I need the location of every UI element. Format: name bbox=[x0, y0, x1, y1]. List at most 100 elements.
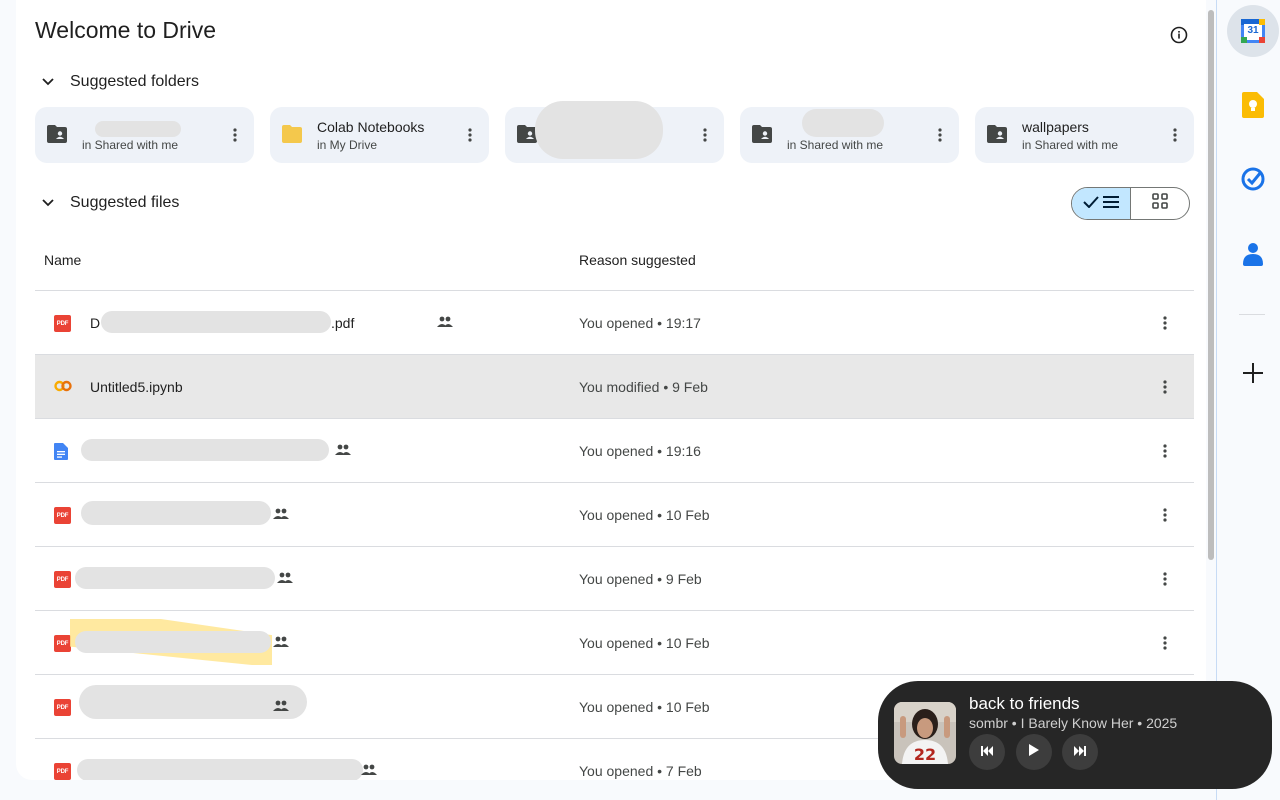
section-label: Suggested files bbox=[70, 194, 180, 211]
section-label: Suggested folders bbox=[70, 73, 199, 90]
table-row[interactable]: PDF D .pdf You opened • 19:17 bbox=[35, 290, 1194, 354]
shared-people-icon bbox=[361, 763, 377, 779]
more-options-icon[interactable] bbox=[1155, 377, 1175, 397]
grid-view-button[interactable] bbox=[1131, 188, 1189, 219]
shared-people-icon bbox=[277, 571, 293, 587]
redaction bbox=[535, 101, 663, 159]
shared-folder-icon bbox=[47, 125, 69, 145]
redaction bbox=[75, 567, 275, 589]
docs-icon bbox=[54, 443, 71, 460]
folder-location: in Shared with me bbox=[82, 138, 179, 152]
colab-icon bbox=[54, 379, 72, 396]
add-apps-button[interactable] bbox=[1227, 349, 1279, 401]
redaction bbox=[802, 109, 884, 137]
chevron-down-icon bbox=[40, 195, 56, 211]
reason-text: You modified • 9 Feb bbox=[579, 379, 708, 395]
column-header-reason: Reason suggested bbox=[579, 252, 696, 268]
folder-location: in Shared with me bbox=[1022, 138, 1119, 152]
folder-location: in My Drive bbox=[317, 138, 378, 152]
table-row[interactable]: PDF You opened • 10 Feb bbox=[35, 482, 1194, 546]
contacts-icon bbox=[1243, 242, 1263, 271]
folder-card[interactable]: Colab Notebooks in My Drive bbox=[270, 107, 489, 163]
reason-text: You opened • 19:16 bbox=[579, 443, 701, 459]
pdf-icon: PDF bbox=[54, 699, 71, 716]
reason-text: You opened • 10 Feb bbox=[579, 699, 710, 715]
view-toggle bbox=[1071, 187, 1190, 220]
reason-text: You opened • 7 Feb bbox=[579, 763, 702, 779]
play-icon bbox=[1029, 743, 1039, 761]
page-title: Welcome to Drive bbox=[35, 17, 217, 43]
divider bbox=[1239, 314, 1265, 315]
tasks-button[interactable] bbox=[1227, 155, 1279, 207]
folder-icon bbox=[282, 125, 304, 145]
shared-people-icon bbox=[335, 443, 351, 459]
file-name-extension: .pdf bbox=[331, 315, 355, 331]
media-player: 22 back to friends sombr • I Barely Know… bbox=[878, 681, 1272, 789]
table-row[interactable]: You opened • 19:16 bbox=[35, 418, 1194, 482]
next-track-button[interactable] bbox=[1062, 734, 1098, 770]
more-options-icon[interactable] bbox=[1155, 505, 1175, 525]
column-header-name[interactable]: Name bbox=[44, 252, 81, 268]
shared-folder-icon bbox=[752, 125, 774, 145]
shared-people-icon bbox=[273, 635, 289, 651]
reason-text: You opened • 19:17 bbox=[579, 315, 701, 331]
contacts-button[interactable] bbox=[1227, 230, 1279, 282]
table-row[interactable]: Untitled5.ipynb You modified • 9 Feb bbox=[35, 354, 1194, 418]
pdf-icon: PDF bbox=[54, 315, 71, 332]
table-row[interactable]: PDF You opened • 10 Feb bbox=[35, 610, 1194, 674]
reason-text: You opened • 9 Feb bbox=[579, 571, 702, 587]
calendar-icon: 31 bbox=[1241, 19, 1265, 43]
folder-location: in Shared with me bbox=[787, 138, 884, 152]
skip-next-icon bbox=[1074, 743, 1086, 761]
suggested-files-toggle[interactable]: Suggested files bbox=[40, 194, 179, 212]
shared-people-icon bbox=[273, 699, 289, 715]
more-options-icon[interactable] bbox=[1155, 313, 1175, 333]
shared-people-icon bbox=[273, 507, 289, 523]
folder-card[interactable]: wallpapers in Shared with me bbox=[975, 107, 1194, 163]
table-row[interactable]: PDF You opened • 9 Feb bbox=[35, 546, 1194, 610]
shared-people-icon bbox=[437, 315, 453, 331]
more-options-icon[interactable] bbox=[695, 125, 715, 145]
reason-text: You opened • 10 Feb bbox=[579, 635, 710, 651]
add-icon bbox=[1243, 362, 1263, 388]
pdf-icon: PDF bbox=[54, 635, 71, 652]
more-options-icon[interactable] bbox=[460, 125, 480, 145]
shared-folder-icon bbox=[987, 125, 1009, 145]
more-options-icon[interactable] bbox=[1155, 633, 1175, 653]
folder-card[interactable]: in Shared with me bbox=[35, 107, 254, 163]
more-options-icon[interactable] bbox=[1165, 125, 1185, 145]
redaction bbox=[101, 311, 331, 333]
previous-track-button[interactable] bbox=[969, 734, 1005, 770]
scrollbar-thumb[interactable] bbox=[1208, 10, 1214, 560]
keep-button[interactable] bbox=[1227, 81, 1279, 133]
scrollbar[interactable] bbox=[1206, 0, 1216, 780]
redaction bbox=[95, 121, 181, 137]
calendar-day: 31 bbox=[1247, 25, 1259, 36]
skip-previous-icon bbox=[981, 743, 993, 761]
play-button[interactable] bbox=[1016, 734, 1052, 770]
redaction bbox=[75, 631, 271, 653]
calendar-button[interactable]: 31 bbox=[1227, 5, 1279, 57]
info-icon[interactable] bbox=[1168, 24, 1190, 46]
drive-home: Welcome to Drive Suggested folders in Sh… bbox=[16, 0, 1206, 780]
more-options-icon[interactable] bbox=[225, 125, 245, 145]
jersey-number: 22 bbox=[914, 745, 936, 764]
chevron-down-icon bbox=[40, 74, 56, 90]
file-name: Untitled5.ipynb bbox=[90, 379, 183, 395]
more-options-icon[interactable] bbox=[1155, 441, 1175, 461]
folder-card[interactable] bbox=[505, 101, 724, 163]
suggested-folders-toggle[interactable]: Suggested folders bbox=[40, 73, 199, 91]
more-options-icon[interactable] bbox=[1155, 569, 1175, 589]
pdf-icon: PDF bbox=[54, 507, 71, 524]
pdf-icon: PDF bbox=[54, 571, 71, 588]
keep-icon bbox=[1242, 91, 1264, 123]
folder-card[interactable]: in Shared with me bbox=[740, 107, 959, 163]
more-options-icon[interactable] bbox=[930, 125, 950, 145]
track-title: back to friends bbox=[969, 694, 1080, 713]
side-panel: 31 bbox=[1216, 0, 1280, 800]
grid-icon bbox=[1152, 193, 1168, 214]
list-view-button[interactable] bbox=[1072, 188, 1131, 219]
pdf-icon: PDF bbox=[54, 763, 71, 780]
redaction bbox=[81, 439, 329, 461]
redaction bbox=[81, 501, 271, 525]
